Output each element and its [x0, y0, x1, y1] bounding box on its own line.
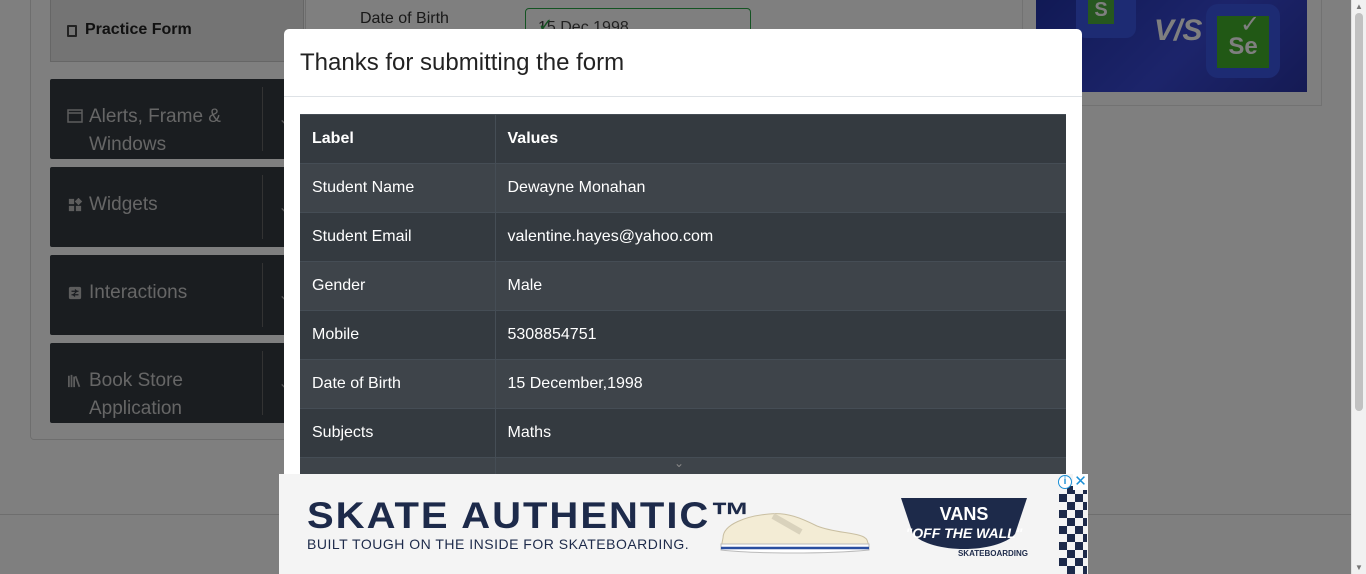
row-label: Student Name [300, 163, 496, 213]
row-value: 5308854751 [495, 310, 1066, 360]
checkerboard-pattern [1059, 486, 1087, 574]
row-label: Student Email [300, 212, 496, 262]
table-row: Gender Male [300, 261, 1066, 311]
ad-headline: SKATE AUTHENTIC™ [307, 495, 753, 537]
row-value: Male [495, 261, 1066, 311]
table-row: Student Email valentine.hayes@yahoo.com [300, 212, 1066, 262]
page-scrollbar[interactable]: ▲ ▼ [1351, 0, 1366, 574]
table-row: Mobile 5308854751 [300, 310, 1066, 360]
brand-logo: VANS "OFF THE WALL" SKATEBOARDING [901, 498, 1028, 558]
row-label: Gender [300, 261, 496, 311]
sneaker-image [720, 513, 870, 554]
row-value: valentine.hayes@yahoo.com [495, 212, 1066, 262]
table-row: Subjects Maths [300, 408, 1066, 458]
chevron-down-icon: ⌄ [674, 456, 685, 470]
row-label: Mobile [300, 310, 496, 360]
row-label: Subjects [300, 408, 496, 458]
table-header-row: Label Values [300, 114, 1066, 164]
svg-text:"OFF THE WALL": "OFF THE WALL" [906, 525, 1023, 541]
row-value: Maths [495, 408, 1066, 458]
modal-header: Thanks for submitting the form [284, 29, 1082, 97]
column-header-label: Label [300, 114, 496, 164]
svg-text:SKATEBOARDING: SKATEBOARDING [958, 549, 1028, 558]
scrollbar-thumb[interactable] [1355, 13, 1363, 411]
column-header-values: Values [495, 114, 1066, 164]
scroll-down-icon[interactable]: ▼ [1355, 563, 1363, 572]
row-value: 15 December,1998 [495, 359, 1066, 409]
modal-title: Thanks for submitting the form [300, 49, 625, 76]
advertisement-banner[interactable]: SKATE AUTHENTIC™ BUILT TOUGH ON THE INSI… [279, 474, 1088, 574]
row-value: Dewayne Monahan [495, 163, 1066, 213]
svg-text:VANS: VANS [940, 504, 989, 524]
table-row: Student Name Dewayne Monahan [300, 163, 1066, 213]
ad-subline: BUILT TOUGH ON THE INSIDE FOR SKATEBOARD… [307, 536, 690, 552]
ad-info-icon[interactable]: i [1058, 475, 1072, 489]
ad-close-icon[interactable]: ✕ [1073, 474, 1088, 490]
table-row: Date of Birth 15 December,1998 [300, 359, 1066, 409]
submission-table: Label Values Student Name Dewayne Monaha… [300, 114, 1066, 478]
row-label: Date of Birth [300, 359, 496, 409]
scroll-up-icon[interactable]: ▲ [1355, 2, 1363, 11]
